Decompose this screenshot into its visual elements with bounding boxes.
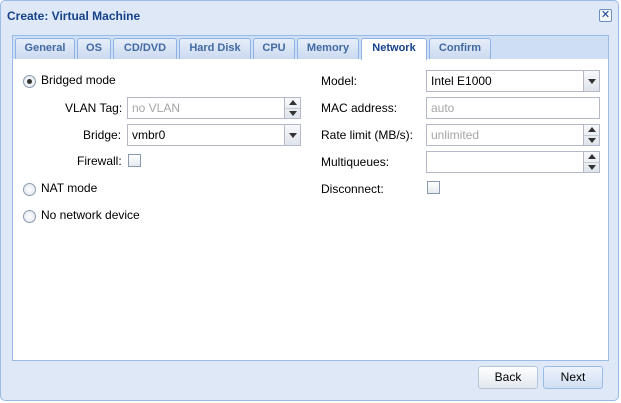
bridge-dropdown-trigger[interactable]: [284, 125, 300, 145]
no-network-label: No network device: [41, 208, 140, 222]
no-network-radio[interactable]: [23, 210, 36, 223]
tab-os[interactable]: OS: [77, 38, 111, 59]
next-button[interactable]: Next: [543, 366, 603, 389]
model-label: Model:: [321, 74, 358, 88]
bridge-value: vmbr0: [132, 128, 166, 142]
dialog-title: Create: Virtual Machine: [7, 9, 141, 23]
close-icon[interactable]: ✕: [599, 9, 612, 22]
vlan-tag-input[interactable]: no VLAN: [127, 97, 301, 119]
mac-address-placeholder: auto: [431, 101, 455, 115]
chevron-down-icon: [289, 133, 297, 138]
spin-down-icon[interactable]: [584, 162, 599, 172]
dialog-titlebar[interactable]: Create: Virtual Machine ✕: [1, 1, 618, 31]
multiqueues-spinner[interactable]: [583, 152, 599, 172]
nat-mode-radio[interactable]: [23, 183, 36, 196]
firewall-label: Firewall:: [77, 154, 122, 168]
mac-address-input[interactable]: auto: [426, 97, 600, 119]
multiqueues-label: Multiqueues:: [321, 155, 390, 169]
bridge-label: Bridge:: [83, 128, 122, 142]
rate-limit-spinner[interactable]: [583, 125, 599, 145]
tab-cd-dvd[interactable]: CD/DVD: [113, 38, 177, 59]
network-panel: Bridged mode VLAN Tag: no VLAN Bridge: v…: [12, 59, 609, 361]
firewall-checkbox[interactable]: [128, 154, 141, 167]
back-button[interactable]: Back: [478, 366, 538, 389]
spin-down-icon[interactable]: [584, 135, 599, 145]
nat-mode-label: NAT mode: [41, 181, 98, 195]
vlan-tag-spinner[interactable]: [284, 98, 300, 118]
tab-cpu[interactable]: CPU: [253, 38, 295, 59]
spin-down-icon[interactable]: [285, 108, 300, 118]
bridged-mode-radio[interactable]: [23, 75, 36, 88]
bridge-select[interactable]: vmbr0: [127, 124, 301, 146]
chevron-down-icon: [588, 79, 596, 84]
tab-hard-disk[interactable]: Hard Disk: [179, 38, 251, 59]
model-value: Intel E1000: [431, 74, 492, 88]
vlan-tag-label: VLAN Tag:: [65, 101, 123, 115]
mac-address-label: MAC address:: [321, 101, 398, 115]
create-vm-dialog: Create: Virtual Machine ✕ General OS CD/…: [0, 0, 619, 401]
tab-confirm[interactable]: Confirm: [429, 38, 491, 59]
model-select[interactable]: Intel E1000: [426, 70, 600, 92]
disconnect-label: Disconnect:: [321, 182, 384, 196]
rate-limit-input[interactable]: unlimited: [426, 124, 600, 146]
tab-strip: General OS CD/DVD Hard Disk CPU Memory N…: [12, 35, 609, 60]
disconnect-checkbox[interactable]: [427, 181, 440, 194]
tab-network[interactable]: Network: [361, 38, 427, 60]
tab-general[interactable]: General: [15, 38, 75, 59]
multiqueues-input[interactable]: [426, 151, 600, 173]
rate-limit-label: Rate limit (MB/s):: [321, 128, 414, 142]
model-dropdown-trigger[interactable]: [583, 71, 599, 91]
tab-memory[interactable]: Memory: [297, 38, 359, 59]
bridged-mode-label: Bridged mode: [41, 73, 116, 87]
rate-limit-placeholder: unlimited: [431, 128, 480, 142]
vlan-tag-placeholder: no VLAN: [132, 101, 181, 115]
